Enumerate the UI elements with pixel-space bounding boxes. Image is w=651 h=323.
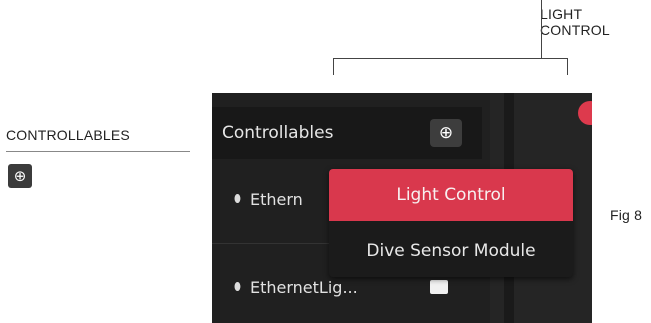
callout-bracket-right <box>567 58 568 75</box>
side-heading: CONTROLLABLES <box>6 127 130 143</box>
menu-item-dive-sensor-module[interactable]: Dive Sensor Module <box>329 225 573 277</box>
panel-header: Controllables ⊕ <box>212 107 482 159</box>
bulb-icon: ⬮ <box>234 192 241 205</box>
toggle-checkbox[interactable] <box>430 280 448 294</box>
callout-leader-line <box>541 0 542 58</box>
bulb-icon: ⬮ <box>234 280 241 293</box>
callout-label-line1: LIGHT <box>540 6 583 22</box>
add-controllable-menu: Light Control Dive Sensor Module <box>329 169 573 277</box>
callout-bracket-left <box>333 58 334 75</box>
callout-bracket-top <box>333 58 568 59</box>
figure-label: Fig 8 <box>610 207 643 223</box>
callout-label: LIGHT CONTROL <box>540 6 610 38</box>
list-item-label: EthernetLig... <box>250 277 358 297</box>
add-icon: ⊕ <box>8 164 32 188</box>
add-controllable-button[interactable]: ⊕ <box>430 119 462 147</box>
menu-item-light-control[interactable]: Light Control <box>329 169 573 221</box>
app-crop: Controllables ⊕ ⬮ Ethern ⬮ EthernetLig..… <box>212 93 592 323</box>
panel-title: Controllables <box>222 123 334 143</box>
list-item-label: Ethern <box>250 189 303 209</box>
callout-label-line2: CONTROL <box>540 22 610 38</box>
side-heading-rule <box>6 151 190 152</box>
